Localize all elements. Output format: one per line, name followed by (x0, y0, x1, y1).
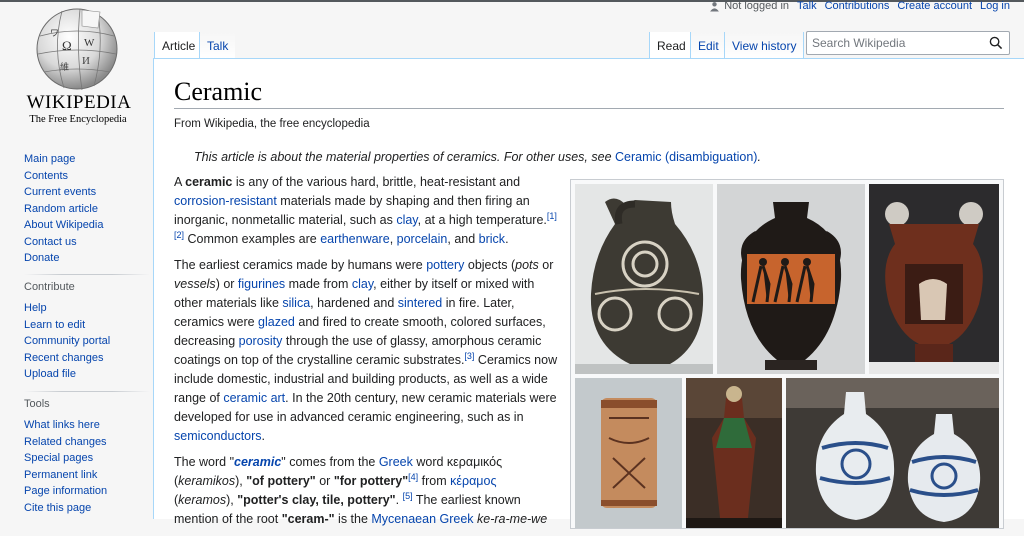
not-logged-in: Not logged in (709, 0, 789, 12)
disambiguation-link[interactable]: Ceramic (disambiguation) (615, 150, 757, 164)
contributions-link[interactable]: Contributions (825, 0, 890, 12)
talk-link[interactable]: Talk (797, 0, 817, 12)
link-ceramic-art[interactable]: ceramic art (223, 391, 285, 405)
volute-krater-image[interactable] (869, 184, 999, 374)
svg-text:維: 維 (60, 61, 69, 72)
hatnote: This article is about the material prope… (194, 150, 761, 164)
sidebar-item-learn-to-edit[interactable]: Learn to edit (24, 319, 85, 331)
sidebar-item-cite-this-page[interactable]: Cite this page (24, 502, 91, 514)
paragraph-1: A ceramic is any of the various hard, br… (174, 175, 557, 246)
sidebar-divider (24, 391, 150, 392)
link-clay[interactable]: clay (396, 213, 417, 227)
site-subtitle: From Wikipedia, the free encyclopedia (174, 118, 370, 130)
svg-text:И: И (82, 55, 90, 67)
search-input[interactable] (807, 32, 982, 54)
maya-vase-image[interactable] (575, 378, 682, 528)
image-gallery (570, 179, 1004, 529)
link-sintered[interactable]: sintered (398, 296, 442, 310)
link-silica[interactable]: silica (282, 296, 310, 310)
tab-edit[interactable]: Edit (690, 32, 726, 59)
sidebar-item-main-page[interactable]: Main page (24, 153, 75, 165)
link-earthenware[interactable]: earthenware (320, 232, 390, 246)
article-body: A ceramic is any of the various hard, br… (174, 173, 558, 536)
sidebar-contribute: Help Learn to edit Community portal Rece… (24, 300, 110, 383)
ref-3[interactable]: [3] (464, 351, 474, 361)
tab-read[interactable]: Read (649, 32, 694, 59)
wordmark: WIKIPEDIA (26, 92, 132, 113)
user-icon (710, 1, 720, 11)
personal-tools: Not logged in Talk Contributions Create … (709, 0, 1010, 12)
svg-text:Ω: Ω (62, 38, 72, 53)
sidebar-item-contents[interactable]: Contents (24, 170, 68, 182)
sidebar-item-page-information[interactable]: Page information (24, 485, 107, 497)
sidebar-item-upload-file[interactable]: Upload file (24, 368, 76, 380)
create-account-link[interactable]: Create account (897, 0, 972, 12)
sidebar-navigation: Main page Contents Current events Random… (24, 151, 104, 267)
minoan-jug-image[interactable] (575, 184, 713, 374)
ref-2[interactable]: [2] (174, 230, 184, 240)
sidebar-heading-contribute: Contribute (24, 281, 75, 293)
search-icon[interactable] (989, 36, 1003, 50)
sidebar-item-recent-changes[interactable]: Recent changes (24, 352, 104, 364)
sidebar-item-community-portal[interactable]: Community portal (24, 335, 110, 347)
sidebar-item-special-pages[interactable]: Special pages (24, 452, 93, 464)
sidebar-tools: What links here Related changes Special … (24, 417, 107, 516)
sidebar-divider (24, 274, 150, 275)
sidebar-item-related-changes[interactable]: Related changes (24, 436, 107, 448)
svg-text:ワ: ワ (50, 28, 59, 38)
blue-white-porcelain-image[interactable] (786, 378, 999, 528)
article-content: Ceramic From Wikipedia, the free encyclo… (153, 58, 1024, 529)
ref-4[interactable]: [4] (408, 472, 418, 482)
sidebar-item-permanent-link[interactable]: Permanent link (24, 469, 97, 481)
tab-article[interactable]: Article (154, 32, 204, 59)
tab-view-history[interactable]: View history (724, 32, 805, 59)
link-pottery[interactable]: pottery (426, 258, 464, 272)
paragraph-3: The word "ceramic" comes from the Greek … (174, 455, 548, 526)
title-rule (174, 108, 1004, 109)
sidebar-item-what-links-here[interactable]: What links here (24, 419, 100, 431)
sidebar-item-donate[interactable]: Donate (24, 252, 59, 264)
sidebar-item-help[interactable]: Help (24, 302, 47, 314)
sidebar-item-random-article[interactable]: Random article (24, 203, 98, 215)
link-porcelain[interactable]: porcelain (397, 232, 448, 246)
link-porosity[interactable]: porosity (239, 334, 283, 348)
link-keramos[interactable]: κέραμος (450, 474, 496, 488)
link-ceramic-wiktionary[interactable]: ceramic (234, 455, 281, 469)
search-box (806, 31, 1010, 55)
link-brick[interactable]: brick (479, 232, 505, 246)
sancai-figure-image[interactable] (686, 378, 782, 528)
sidebar-item-contact-us[interactable]: Contact us (24, 236, 77, 248)
sidebar-item-current-events[interactable]: Current events (24, 186, 96, 198)
link-greek[interactable]: Greek (379, 455, 413, 469)
tagline: The Free Encyclopedia (29, 114, 127, 125)
greek-amphora-image[interactable] (717, 184, 865, 374)
wikipedia-logo[interactable]: Ω W ワ И 維 WIKIPEDIA The Free Encyclopedi… (22, 4, 134, 125)
puzzle-globe-icon: Ω W ワ И 維 (36, 8, 118, 91)
ref-1[interactable]: [1] (547, 211, 557, 221)
sidebar-item-about-wikipedia[interactable]: About Wikipedia (24, 219, 104, 231)
tab-talk[interactable]: Talk (199, 32, 236, 59)
sidebar-heading-tools: Tools (24, 398, 50, 410)
link-semiconductors[interactable]: semiconductors (174, 429, 262, 443)
link-corrosion-resistant[interactable]: corrosion-resistant (174, 194, 277, 208)
link-glazed[interactable]: glazed (258, 315, 295, 329)
ref-5[interactable]: [5] (403, 491, 413, 501)
log-in-link[interactable]: Log in (980, 0, 1010, 12)
paragraph-2: The earliest ceramics made by humans wer… (174, 258, 558, 443)
page-title: Ceramic (174, 77, 263, 106)
link-clay-2[interactable]: clay (352, 277, 373, 291)
link-figurines[interactable]: figurines (238, 277, 285, 291)
link-mycenaean-greek[interactable]: Mycenaean Greek (371, 512, 473, 526)
svg-text:W: W (84, 37, 95, 49)
